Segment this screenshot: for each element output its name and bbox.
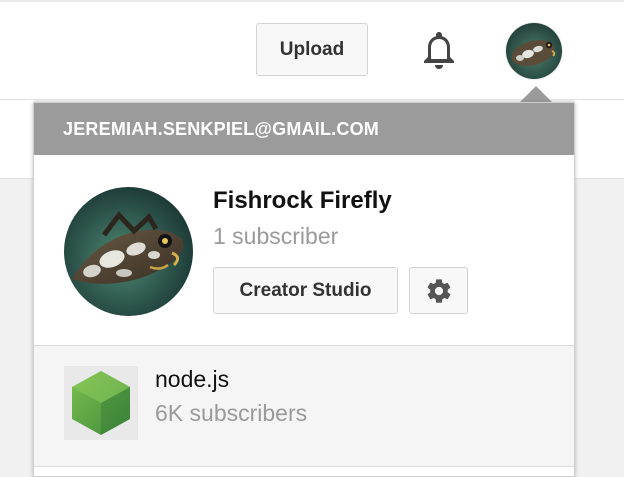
masthead-top-border [0,0,624,2]
upload-button[interactable]: Upload [256,23,368,76]
bell-icon[interactable] [418,28,460,72]
account-subscriber-count: 6K subscribers [155,400,308,426]
account-name: node.js [155,366,230,392]
page-right-gutter [575,100,624,477]
masthead: Upload [0,0,624,100]
current-channel-section: Fishrock Firefly 1 subscriber Creator St… [34,155,574,346]
channel-name[interactable]: Fishrock Firefly [213,187,392,215]
channel-avatar[interactable] [64,187,193,316]
settings-button[interactable] [409,267,468,314]
nodejs-logo-icon [64,366,138,440]
switch-account-item[interactable]: node.js 6K subscribers [34,346,574,467]
account-menu: JEREMIAH.SENKPIEL@GMAIL.COM Fishrock Fir… [33,102,575,476]
account-avatar-button[interactable] [506,23,562,79]
account-email: JEREMIAH.SENKPIEL@GMAIL.COM [34,103,574,155]
creator-studio-button[interactable]: Creator Studio [213,267,398,314]
dropdown-caret [519,86,553,103]
fish-avatar-icon [506,23,562,79]
gear-icon [427,278,450,303]
channel-subscriber-count: 1 subscriber [213,223,339,249]
page-left-gutter [0,100,34,477]
fish-avatar-icon [64,187,193,316]
